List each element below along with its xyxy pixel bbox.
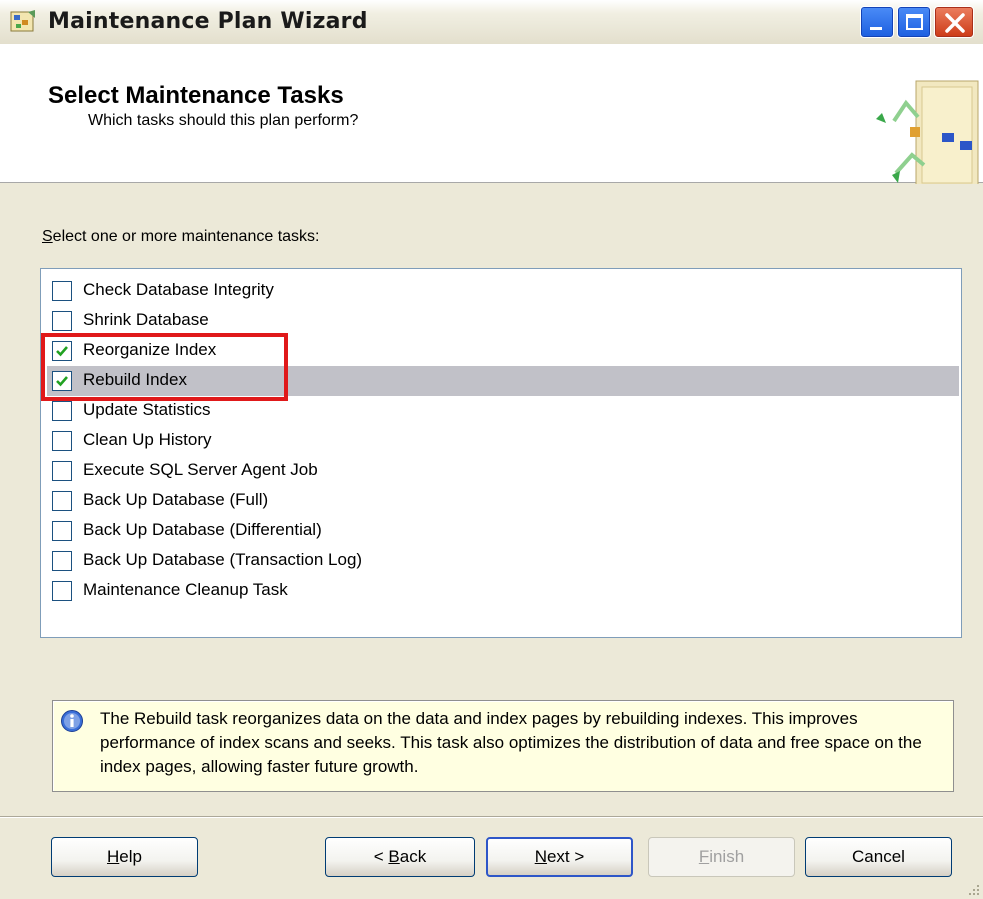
tasks-label: Select one or more maintenance tasks: bbox=[42, 228, 319, 246]
footer-separator bbox=[0, 816, 983, 818]
task-item-backup-transaction-log[interactable]: Back Up Database (Transaction Log) bbox=[47, 546, 959, 576]
page-subtitle: Which tasks should this plan perform? bbox=[88, 112, 359, 129]
minimize-icon bbox=[870, 27, 882, 30]
back-prefix: < bbox=[373, 847, 389, 866]
task-label: Back Up Database (Differential) bbox=[83, 520, 322, 539]
page-title: Select Maintenance Tasks bbox=[48, 82, 344, 109]
finish-mnemonic: F bbox=[698, 847, 710, 866]
task-checkbox[interactable] bbox=[52, 461, 72, 481]
maximize-button[interactable] bbox=[897, 6, 931, 38]
back-mnemonic: B bbox=[388, 847, 400, 866]
task-checkbox[interactable] bbox=[52, 401, 72, 421]
next-button[interactable]: Next > bbox=[486, 837, 633, 877]
info-icon bbox=[61, 710, 83, 732]
task-label: Back Up Database (Full) bbox=[83, 490, 269, 509]
tasks-label-mnemonic: S bbox=[42, 228, 53, 245]
back-button[interactable]: < Back bbox=[325, 837, 475, 877]
task-label: Check Database Integrity bbox=[83, 280, 274, 299]
window-title: Maintenance Plan Wizard bbox=[48, 9, 368, 34]
finish-button[interactable]: Finish bbox=[648, 837, 795, 877]
red-highlight-annotation bbox=[41, 333, 288, 401]
task-description-text: The Rebuild task reorganizes data on the… bbox=[100, 709, 922, 776]
maintenance-plan-wizard-window: Maintenance Plan Wizard Select Maintenan… bbox=[0, 0, 983, 899]
finish-label: inish bbox=[709, 847, 745, 866]
task-label: Back Up Database (Transaction Log) bbox=[83, 550, 363, 569]
task-label: Clean Up History bbox=[83, 430, 212, 449]
task-label: Maintenance Cleanup Task bbox=[83, 580, 288, 599]
task-label: Shrink Database bbox=[83, 310, 209, 329]
title-bar[interactable]: Maintenance Plan Wizard bbox=[0, 0, 983, 45]
task-checkbox[interactable] bbox=[52, 491, 72, 511]
tasks-label-text: elect one or more maintenance tasks: bbox=[52, 228, 320, 245]
wizard-app-icon bbox=[10, 10, 35, 32]
task-item-shrink-database[interactable]: Shrink Database bbox=[47, 306, 959, 336]
task-label: Execute SQL Server Agent Job bbox=[83, 460, 318, 479]
next-label: ext > bbox=[546, 847, 585, 866]
minimize-button[interactable] bbox=[860, 6, 894, 38]
wizard-header-graphic-icon bbox=[876, 80, 979, 190]
help-label: elp bbox=[119, 847, 142, 866]
maximize-icon bbox=[906, 14, 923, 30]
task-checkbox[interactable] bbox=[52, 521, 72, 541]
task-item-maintenance-cleanup[interactable]: Maintenance Cleanup Task bbox=[47, 576, 959, 606]
task-label: Update Statistics bbox=[83, 400, 211, 419]
task-item-backup-differential[interactable]: Back Up Database (Differential) bbox=[47, 516, 959, 546]
header-band bbox=[0, 44, 983, 80]
task-checkbox[interactable] bbox=[52, 551, 72, 571]
maintenance-tasks-list[interactable]: Check Database Integrity Shrink Database… bbox=[40, 268, 962, 638]
task-item-clean-up-history[interactable]: Clean Up History bbox=[47, 426, 959, 456]
task-item-backup-full[interactable]: Back Up Database (Full) bbox=[47, 486, 959, 516]
cancel-button[interactable]: Cancel bbox=[805, 837, 952, 877]
help-mnemonic: H bbox=[107, 847, 120, 866]
task-item-check-database-integrity[interactable]: Check Database Integrity bbox=[47, 276, 959, 306]
task-checkbox[interactable] bbox=[52, 431, 72, 451]
task-checkbox[interactable] bbox=[52, 581, 72, 601]
close-icon bbox=[945, 13, 965, 33]
back-label: ack bbox=[399, 847, 427, 866]
next-mnemonic: N bbox=[534, 847, 547, 866]
resize-grip-icon[interactable] bbox=[962, 878, 982, 898]
task-checkbox[interactable] bbox=[52, 281, 72, 301]
task-checkbox[interactable] bbox=[52, 311, 72, 331]
task-item-execute-agent-job[interactable]: Execute SQL Server Agent Job bbox=[47, 456, 959, 486]
close-button[interactable] bbox=[934, 6, 974, 38]
help-button[interactable]: Help bbox=[51, 837, 198, 877]
